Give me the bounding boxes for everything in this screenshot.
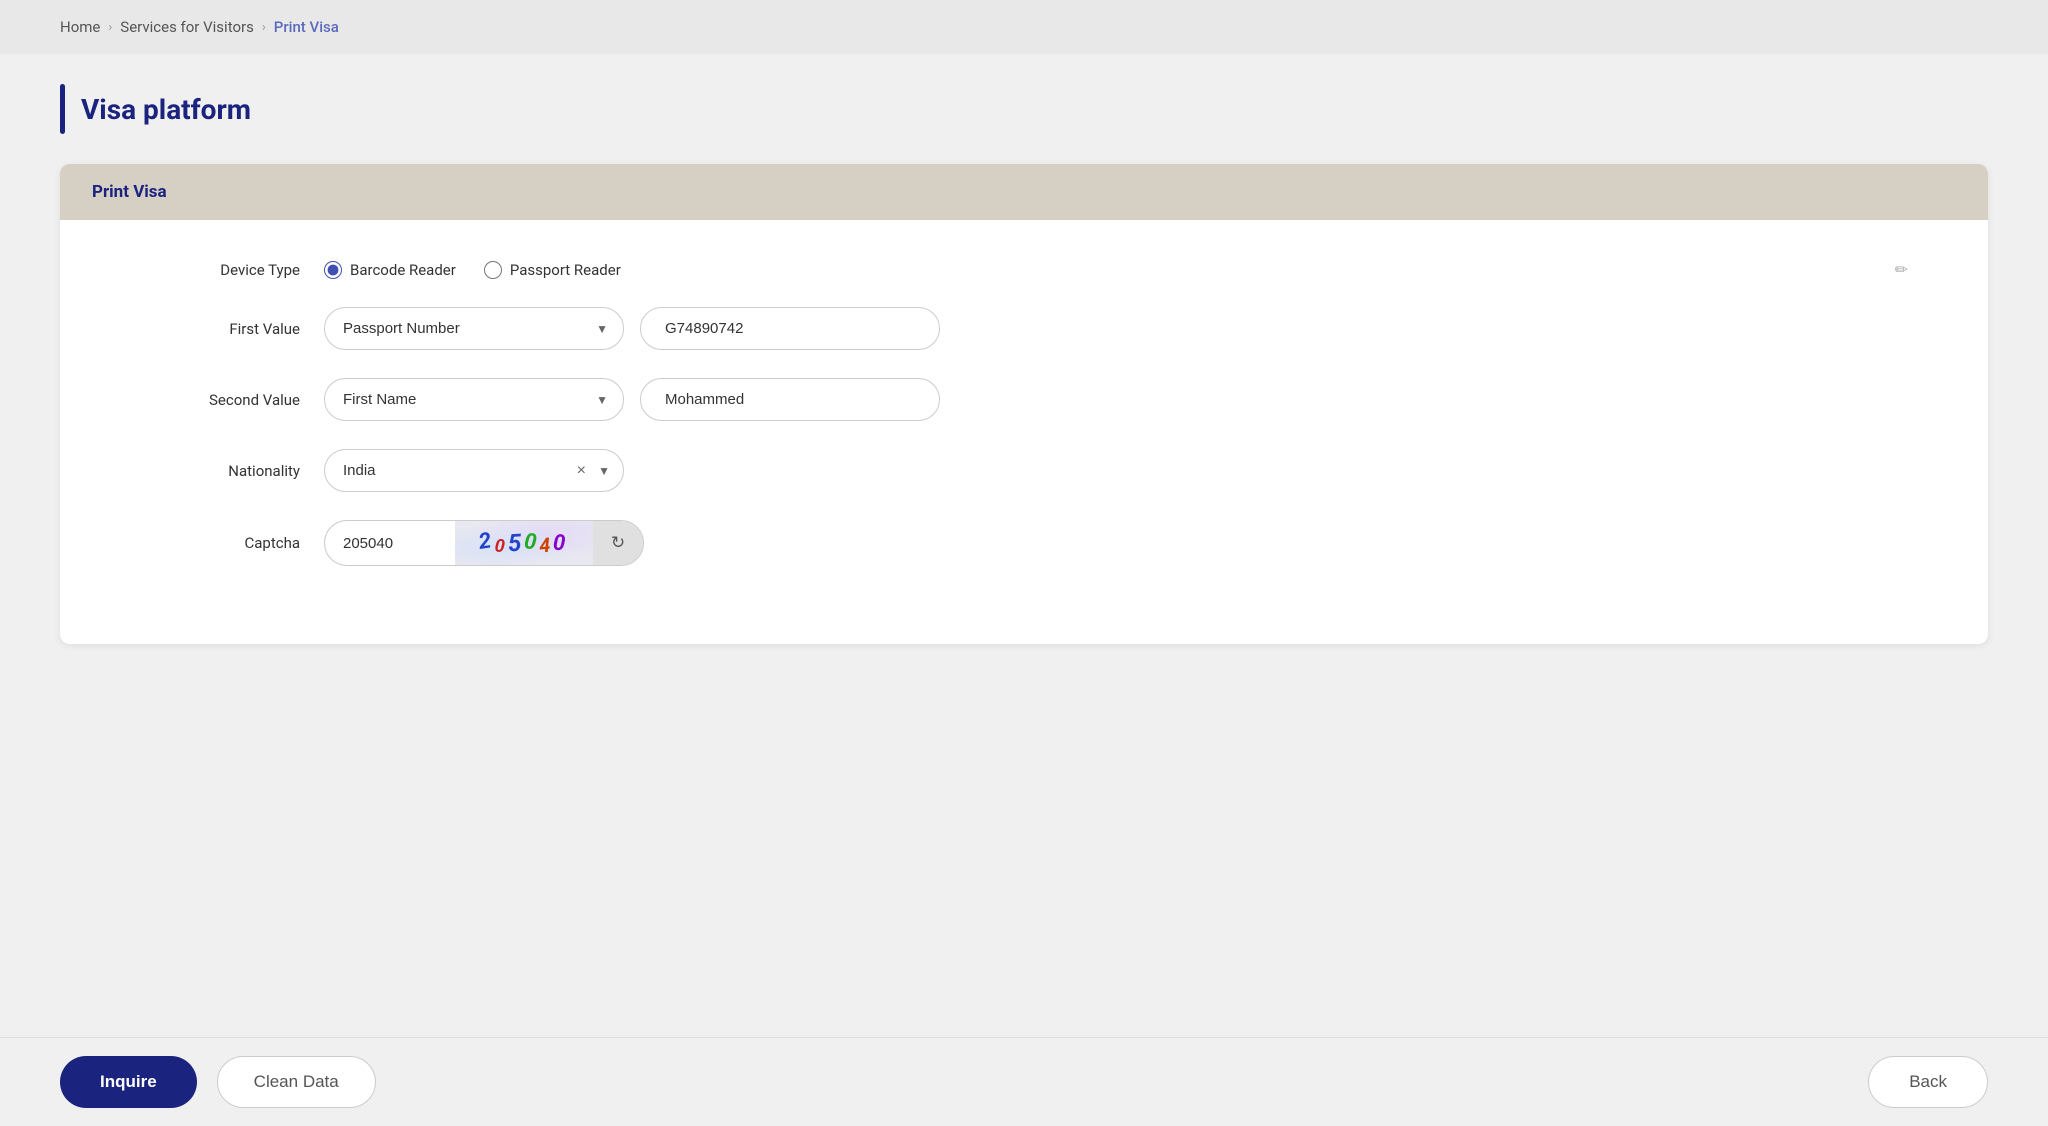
- page-title-wrapper: Visa platform: [60, 84, 1988, 134]
- page-content: Visa platform Print Visa Device Type Bar…: [0, 54, 2048, 1120]
- breadcrumb: Home › Services for Visitors › Print Vis…: [0, 0, 2048, 54]
- card-header-title: Print Visa: [92, 182, 167, 202]
- nationality-wrapper: India Pakistan Bangladesh UAE × ▼: [324, 449, 624, 492]
- device-type-radio-group: Barcode Reader Passport Reader: [324, 261, 1879, 279]
- page-title: Visa platform: [81, 93, 251, 126]
- back-button[interactable]: Back: [1868, 1056, 1988, 1108]
- inquire-button[interactable]: Inquire: [60, 1056, 197, 1108]
- device-type-edit-icon[interactable]: ✏: [1895, 260, 1908, 279]
- captcha-label: Captcha: [140, 534, 300, 552]
- second-value-controls: First Name Last Name Passport Number ▼: [324, 378, 1908, 421]
- second-value-select-wrapper: First Name Last Name Passport Number ▼: [324, 378, 624, 421]
- breadcrumb-current: Print Visa: [274, 18, 339, 36]
- second-value-select[interactable]: First Name Last Name Passport Number: [324, 378, 624, 421]
- first-value-input[interactable]: [640, 307, 940, 350]
- captcha-image: 2 0 5 0 4 0: [455, 521, 593, 565]
- breadcrumb-sep1: ›: [108, 20, 112, 35]
- captcha-row: Captcha 2 0 5 0 4 0 ↻: [140, 520, 1908, 566]
- breadcrumb-services[interactable]: Services for Visitors: [120, 18, 254, 36]
- captcha-wrapper: 2 0 5 0 4 0 ↻: [324, 520, 644, 566]
- clean-data-button[interactable]: Clean Data: [217, 1056, 376, 1108]
- nationality-clear-button[interactable]: ×: [577, 463, 586, 479]
- first-value-controls: Passport Number First Name Last Name ▼: [324, 307, 1908, 350]
- passport-reader-option[interactable]: Passport Reader: [484, 261, 621, 279]
- card-body: Device Type Barcode Reader Passport Read…: [60, 220, 1988, 644]
- captcha-char-1: 2: [477, 528, 496, 555]
- device-type-controls: Barcode Reader Passport Reader ✏: [324, 260, 1908, 279]
- device-type-row: Device Type Barcode Reader Passport Read…: [140, 260, 1908, 279]
- barcode-reader-option[interactable]: Barcode Reader: [324, 261, 456, 279]
- barcode-reader-label: Barcode Reader: [350, 261, 456, 279]
- second-value-input[interactable]: [640, 378, 940, 421]
- first-value-select[interactable]: Passport Number First Name Last Name: [324, 307, 624, 350]
- passport-reader-label: Passport Reader: [510, 261, 621, 279]
- breadcrumb-home[interactable]: Home: [60, 18, 100, 36]
- nationality-label: Nationality: [140, 462, 300, 480]
- first-value-row: First Value Passport Number First Name L…: [140, 307, 1908, 350]
- print-visa-card: Print Visa Device Type Barcode Reader Pa…: [60, 164, 1988, 644]
- first-value-label: First Value: [140, 320, 300, 338]
- second-value-row: Second Value First Name Last Name Passpo…: [140, 378, 1908, 421]
- captcha-char-2: 0: [493, 535, 508, 557]
- breadcrumb-sep2: ›: [262, 20, 266, 35]
- bottom-bar: Inquire Clean Data Back: [0, 1037, 2048, 1126]
- barcode-reader-radio[interactable]: [324, 261, 342, 279]
- nationality-controls: India Pakistan Bangladesh UAE × ▼: [324, 449, 1908, 492]
- first-value-select-wrapper: Passport Number First Name Last Name ▼: [324, 307, 624, 350]
- captcha-char-6: 0: [553, 530, 570, 556]
- card-header: Print Visa: [60, 164, 1988, 220]
- captcha-refresh-button[interactable]: ↻: [593, 521, 643, 565]
- passport-reader-radio[interactable]: [484, 261, 502, 279]
- second-value-label: Second Value: [140, 391, 300, 409]
- nationality-row: Nationality India Pakistan Bangladesh UA…: [140, 449, 1908, 492]
- page-title-bar: [60, 84, 65, 134]
- device-type-label: Device Type: [140, 261, 300, 279]
- captcha-controls: 2 0 5 0 4 0 ↻: [324, 520, 1908, 566]
- captcha-input[interactable]: [325, 523, 455, 564]
